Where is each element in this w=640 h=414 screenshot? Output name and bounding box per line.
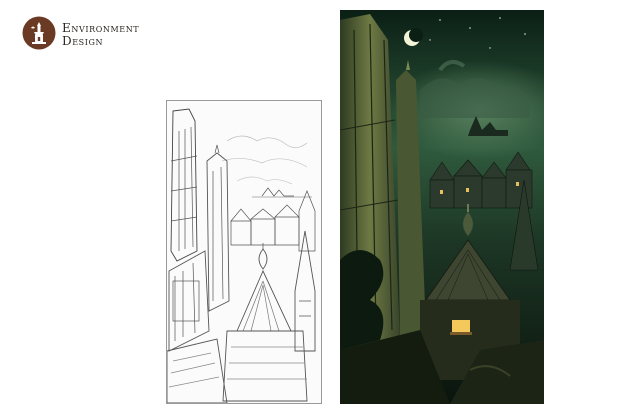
page-title: Environment Design	[62, 22, 139, 48]
painted-night-scene-image	[340, 10, 544, 404]
pencil-sketch-image	[166, 100, 322, 404]
bell-tower-logo-icon	[22, 16, 56, 50]
title-line-2: Design	[62, 34, 104, 48]
logo-badge	[22, 16, 56, 50]
